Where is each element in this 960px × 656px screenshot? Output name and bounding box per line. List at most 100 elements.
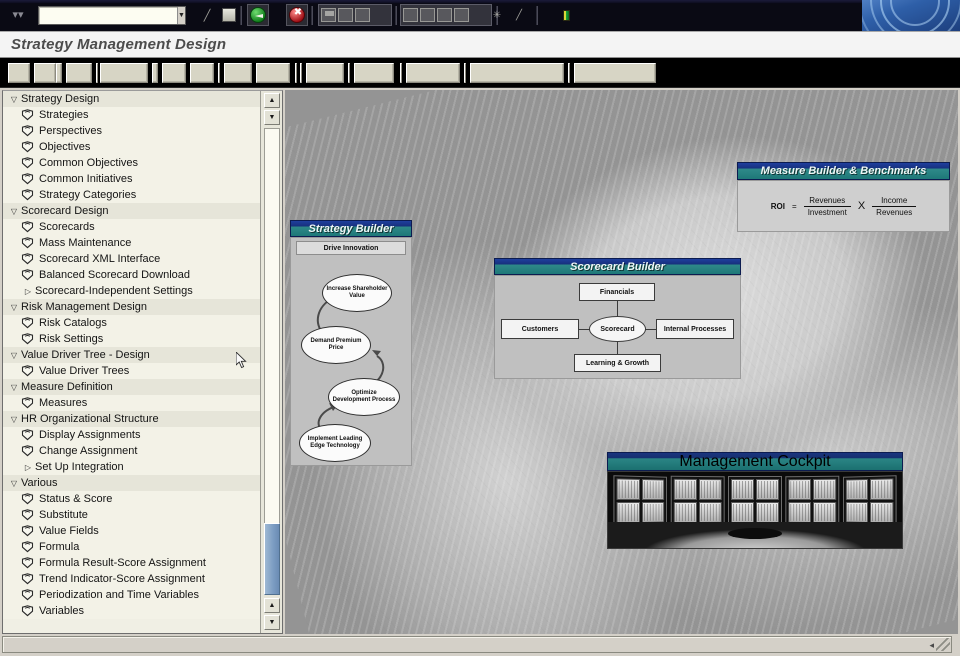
- tree-item-formula-result-score-assignment[interactable]: Formula Result-Score Assignment: [3, 555, 261, 571]
- previous-page-icon[interactable]: [420, 8, 435, 22]
- perspective-financials[interactable]: Financials: [579, 283, 655, 301]
- tree-scroll-thumb[interactable]: [264, 523, 280, 595]
- tree-item-change-assignment[interactable]: Change Assignment: [3, 443, 261, 459]
- chevron-down-icon[interactable]: ▽: [7, 351, 21, 360]
- strategy-node-3[interactable]: Optimize Development Process: [328, 378, 400, 416]
- tree-scrollbar[interactable]: ▲ ▼ ▲ ▼: [260, 91, 282, 633]
- command-input[interactable]: [39, 8, 177, 23]
- perspective-learning-growth[interactable]: Learning & Growth: [574, 354, 661, 372]
- next-page-icon[interactable]: [437, 8, 452, 22]
- last-page-icon[interactable]: [454, 8, 469, 22]
- first-page-icon[interactable]: [403, 8, 418, 22]
- chevron-down-icon[interactable]: ▽: [7, 415, 21, 424]
- app-button-10[interactable]: [218, 63, 220, 83]
- tree-item-value-driver-trees[interactable]: Value Driver Trees: [3, 363, 261, 379]
- tree-item-various[interactable]: ▽Various: [3, 475, 261, 491]
- perspective-internal-processes[interactable]: Internal Processes: [656, 319, 734, 339]
- new-document-icon[interactable]: [321, 8, 336, 22]
- app-button-7[interactable]: [152, 63, 158, 83]
- tree-item-scorecards[interactable]: Scorecards: [3, 219, 261, 235]
- tree-scroll-track[interactable]: [264, 128, 280, 561]
- tree-item-value-fields[interactable]: Value Fields: [3, 523, 261, 539]
- chevron-down-icon[interactable]: ▽: [7, 303, 21, 312]
- customize-local-layout-icon[interactable]: ✳: [486, 4, 508, 26]
- command-dropdown-icon[interactable]: ▼: [177, 7, 185, 24]
- app-button-4[interactable]: [354, 63, 394, 83]
- binoculars-find-icon[interactable]: [338, 8, 353, 22]
- app-button-10[interactable]: [574, 63, 656, 83]
- app-button-13[interactable]: [295, 63, 297, 83]
- management-cockpit-card[interactable]: Management Cockpit: [607, 452, 903, 551]
- chevron-down-icon[interactable]: ▽: [7, 95, 21, 104]
- tree-item-variables[interactable]: Variables: [3, 603, 261, 619]
- strategy-node-4[interactable]: Implement Leading Edge Technology: [299, 424, 371, 462]
- app-button-2[interactable]: [34, 63, 56, 83]
- tree-item-status-score[interactable]: Status & Score: [3, 491, 261, 507]
- resize-grip-icon[interactable]: [936, 638, 950, 651]
- app-button-8[interactable]: [470, 63, 564, 83]
- tree-item-common-initiatives[interactable]: Common Initiatives: [3, 171, 261, 187]
- tree-item-scorecard-independent-settings[interactable]: ▷Scorecard-Independent Settings: [3, 283, 261, 299]
- tree-item-measure-definition[interactable]: ▽Measure Definition: [3, 379, 261, 395]
- tree-item-balanced-scorecard-download[interactable]: Balanced Scorecard Download: [3, 267, 261, 283]
- tree-scroll-down-button[interactable]: ▼: [264, 615, 280, 630]
- tree-item-formula[interactable]: Formula: [3, 539, 261, 555]
- menu-icon[interactable]: ▾▾: [10, 8, 26, 23]
- tree-item-risk-catalogs[interactable]: Risk Catalogs: [3, 315, 261, 331]
- app-button-9[interactable]: [568, 63, 570, 83]
- tree-scroll-up-button-bottom[interactable]: ▲: [264, 598, 280, 613]
- strategy-node-1[interactable]: Increase Shareholder Value: [322, 274, 392, 312]
- tree-item-set-up-integration[interactable]: ▷Set Up Integration: [3, 459, 261, 475]
- app-button-2[interactable]: [306, 63, 344, 83]
- pencil-icon[interactable]: ╱: [196, 4, 218, 26]
- tree-item-periodization-and-time-variables[interactable]: Periodization and Time Variables: [3, 587, 261, 603]
- app-button-9[interactable]: [190, 63, 214, 83]
- tree-item-common-objectives[interactable]: Common Objectives: [3, 155, 261, 171]
- perspective-customers[interactable]: Customers: [501, 319, 579, 339]
- chevron-right-icon[interactable]: ▷: [21, 287, 35, 296]
- tree-item-scorecard-xml-interface[interactable]: Scorecard XML Interface: [3, 251, 261, 267]
- tree-item-scorecard-design[interactable]: ▽Scorecard Design: [3, 203, 261, 219]
- tree-item-mass-maintenance[interactable]: Mass Maintenance: [3, 235, 261, 251]
- command-field[interactable]: ▼: [38, 6, 186, 25]
- app-button-8[interactable]: [162, 63, 186, 83]
- app-button-1[interactable]: [8, 63, 30, 83]
- tree-item-trend-indicator-score-assignment[interactable]: Trend Indicator-Score Assignment: [3, 571, 261, 587]
- tree-item-hr-organizational-structure[interactable]: ▽HR Organizational Structure: [3, 411, 261, 427]
- strategy-builder-card[interactable]: Strategy Builder Drive Innovation Increa…: [290, 220, 412, 467]
- app-button-3[interactable]: [56, 63, 62, 83]
- strategy-node-2[interactable]: Demand Premium Price: [301, 326, 371, 364]
- back-green-arrow-icon[interactable]: [247, 4, 269, 26]
- tree-item-measures[interactable]: Measures: [3, 395, 261, 411]
- app-button-4[interactable]: [66, 63, 92, 83]
- chevron-down-icon[interactable]: ▽: [7, 479, 21, 488]
- navigation-tree[interactable]: ▽Strategy DesignStrategiesPerspectivesOb…: [3, 91, 261, 633]
- tree-scroll-down-button-top[interactable]: ▼: [264, 110, 280, 125]
- chevron-down-icon[interactable]: ▽: [7, 207, 21, 216]
- tree-item-objectives[interactable]: Objectives: [3, 139, 261, 155]
- find-next-icon[interactable]: [355, 8, 370, 22]
- app-button-11[interactable]: [224, 63, 252, 83]
- tree-item-display-assignments[interactable]: Display Assignments: [3, 427, 261, 443]
- tree-item-perspectives[interactable]: Perspectives: [3, 123, 261, 139]
- tree-item-risk-settings[interactable]: Risk Settings: [3, 331, 261, 347]
- scorecard-builder-card[interactable]: Scorecard Builder Financials Customers: [494, 258, 741, 380]
- app-button-3[interactable]: [348, 63, 350, 83]
- help-pointer-icon[interactable]: ╱: [508, 4, 530, 26]
- cancel-red-icon[interactable]: [286, 4, 308, 26]
- tree-item-strategy-design[interactable]: ▽Strategy Design: [3, 91, 261, 107]
- chevron-down-icon[interactable]: ▽: [7, 383, 21, 392]
- app-button-5[interactable]: [400, 63, 402, 83]
- app-button-6[interactable]: [100, 63, 148, 83]
- tree-scroll-up-button[interactable]: ▲: [264, 93, 280, 108]
- app-button-12[interactable]: [256, 63, 290, 83]
- app-button-6[interactable]: [406, 63, 460, 83]
- chevron-right-icon[interactable]: ▷: [21, 463, 35, 472]
- tree-item-risk-management-design[interactable]: ▽Risk Management Design: [3, 299, 261, 315]
- scorecard-center-node[interactable]: Scorecard: [589, 316, 646, 342]
- tree-item-substitute[interactable]: Substitute: [3, 507, 261, 523]
- tree-item-value-driver-tree-design[interactable]: ▽Value Driver Tree - Design: [3, 347, 261, 363]
- app-button-7[interactable]: [464, 63, 466, 83]
- app-button-1[interactable]: [300, 63, 302, 83]
- app-button-5[interactable]: [96, 63, 98, 83]
